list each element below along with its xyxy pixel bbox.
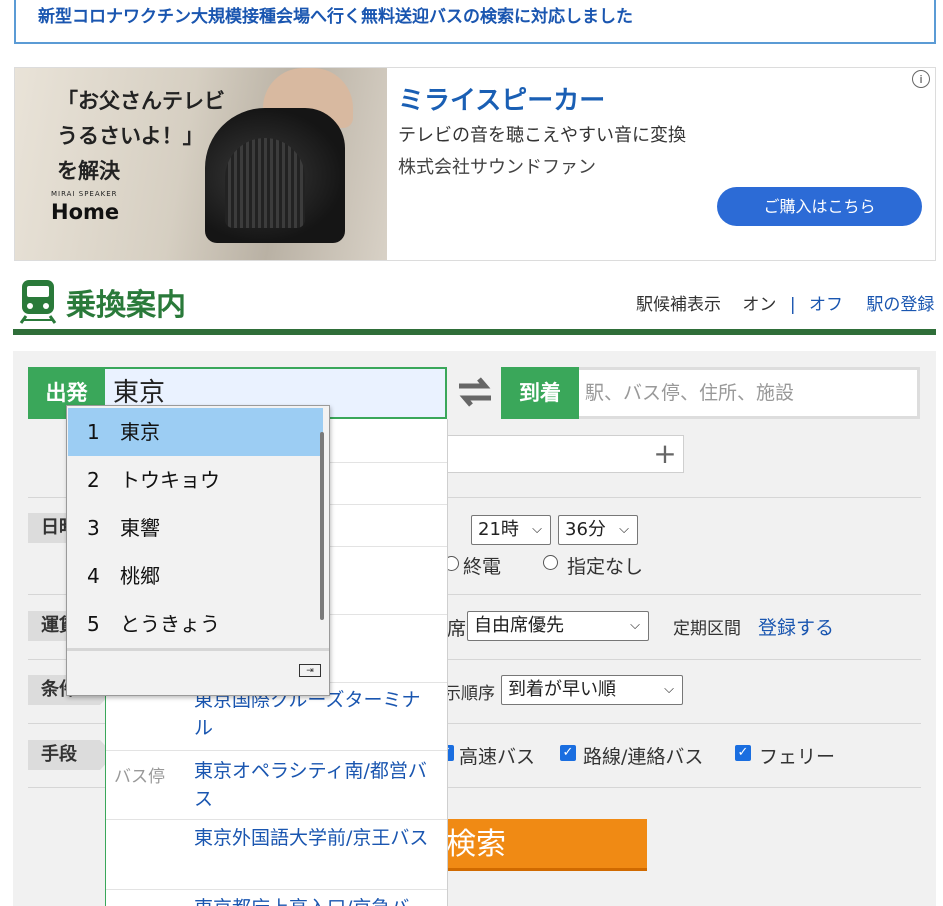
ferry-checkbox[interactable]: ✓	[735, 745, 751, 761]
order-label: 示順序	[444, 684, 495, 704]
suggest-category: バス停	[114, 767, 165, 787]
order-select[interactable]: 到着が早い順 ⌵	[501, 675, 683, 705]
ad-image[interactable]: 「お父さんテレビ うるさいよ！」 を解決 MIRAI SPEAKER Home	[15, 68, 387, 260]
suggest-item-label: 東京オペラシティ南/都営バス	[194, 760, 427, 810]
ime-candidate[interactable]: 3 東響	[68, 504, 323, 552]
ime-candidate[interactable]: 1 東京	[68, 408, 323, 456]
route-bus-label: 路線/連絡バス	[583, 746, 704, 768]
speaker-product-image	[205, 108, 345, 243]
register-station-link[interactable]: 駅の登録	[866, 295, 934, 315]
chevron-down-icon: ⌵	[532, 522, 542, 537]
means-label: 手段	[28, 740, 114, 770]
ad-brand-small: MIRAI SPEAKER	[51, 190, 118, 198]
no-time-label: 指定なし	[567, 556, 644, 578]
ad-brand: Home	[51, 200, 120, 224]
expand-icon[interactable]: ⇥	[299, 664, 321, 677]
add-via-button[interactable]: +	[650, 438, 680, 470]
ime-footer	[67, 648, 329, 694]
commuter-label: 定期区間	[673, 619, 741, 639]
hour-select[interactable]: 21時 ⌵	[471, 515, 551, 545]
ime-candidate[interactable]: 5 とうきょう	[68, 600, 323, 648]
list-item[interactable]: バス停 東京オペラシティ南/都営バス	[106, 750, 447, 820]
suggest-off-link[interactable]: オフ	[809, 295, 843, 315]
suggest-item-label: 東京外国語大学前/京王バス	[194, 827, 429, 849]
route-bus-checkbox[interactable]: ✓	[560, 745, 576, 761]
page-title: 乗換案内	[66, 288, 186, 323]
suggest-on: オン	[742, 295, 777, 315]
to-input[interactable]: 駅、バス停、住所、施設	[579, 367, 920, 419]
suggest-item-label: 東京都庁上高入口/京急バ	[194, 894, 439, 906]
ime-candidate[interactable]: 4 桃郷	[68, 552, 323, 600]
ad-info-icon[interactable]: i	[912, 70, 930, 88]
commuter-register-link[interactable]: 登録する	[758, 613, 834, 640]
list-item[interactable]: 東京都庁上高入口/京急バ	[106, 889, 447, 906]
chevron-down-icon: ⌵	[630, 618, 640, 633]
notice-link[interactable]: 新型コロナワクチン大規模接種会場へ行く無料送迎バスの検索に対応しました	[38, 2, 633, 27]
list-item[interactable]: 東京外国語大学前/京王バス	[106, 819, 447, 890]
ime-candidate[interactable]: 2 トウキョウ	[68, 456, 323, 504]
ad-cta-button[interactable]: ご購入はこちら	[717, 187, 922, 226]
ad-description: テレビの音を聴こえやすい音に変換	[398, 125, 686, 146]
chevron-down-icon: ⌵	[619, 522, 629, 537]
swap-icon[interactable]	[455, 374, 495, 410]
station-suggest-label: 駅候補表示	[636, 295, 721, 315]
last-train-label: 終電	[463, 556, 502, 578]
ime-scrollbar[interactable]	[320, 432, 324, 620]
header-links: 駅候補表示 オン | オフ 駅の登録	[636, 290, 934, 315]
minute-select[interactable]: 36分 ⌵	[558, 515, 638, 545]
seat-label: 席	[447, 618, 467, 640]
header-rule	[13, 329, 936, 335]
divider: |	[789, 295, 796, 315]
via-input[interactable]	[430, 435, 684, 473]
ferry-label: フェリー	[759, 746, 836, 768]
ad-image-caption: 「お父さんテレビ うるさいよ！」 を解決	[57, 89, 225, 183]
to-label: 到着	[501, 367, 579, 419]
seat-select[interactable]: 自由席優先 ⌵	[467, 611, 649, 641]
chevron-down-icon: ⌵	[664, 682, 674, 697]
ad-title[interactable]: ミライスピーカー	[398, 80, 605, 117]
ad-company: 株式会社サウンドファン	[398, 157, 596, 178]
train-icon	[19, 280, 57, 324]
no-time-radio[interactable]	[543, 555, 558, 570]
search-button[interactable]: 検索	[430, 819, 647, 871]
express-bus-label: 高速バス	[459, 746, 536, 768]
